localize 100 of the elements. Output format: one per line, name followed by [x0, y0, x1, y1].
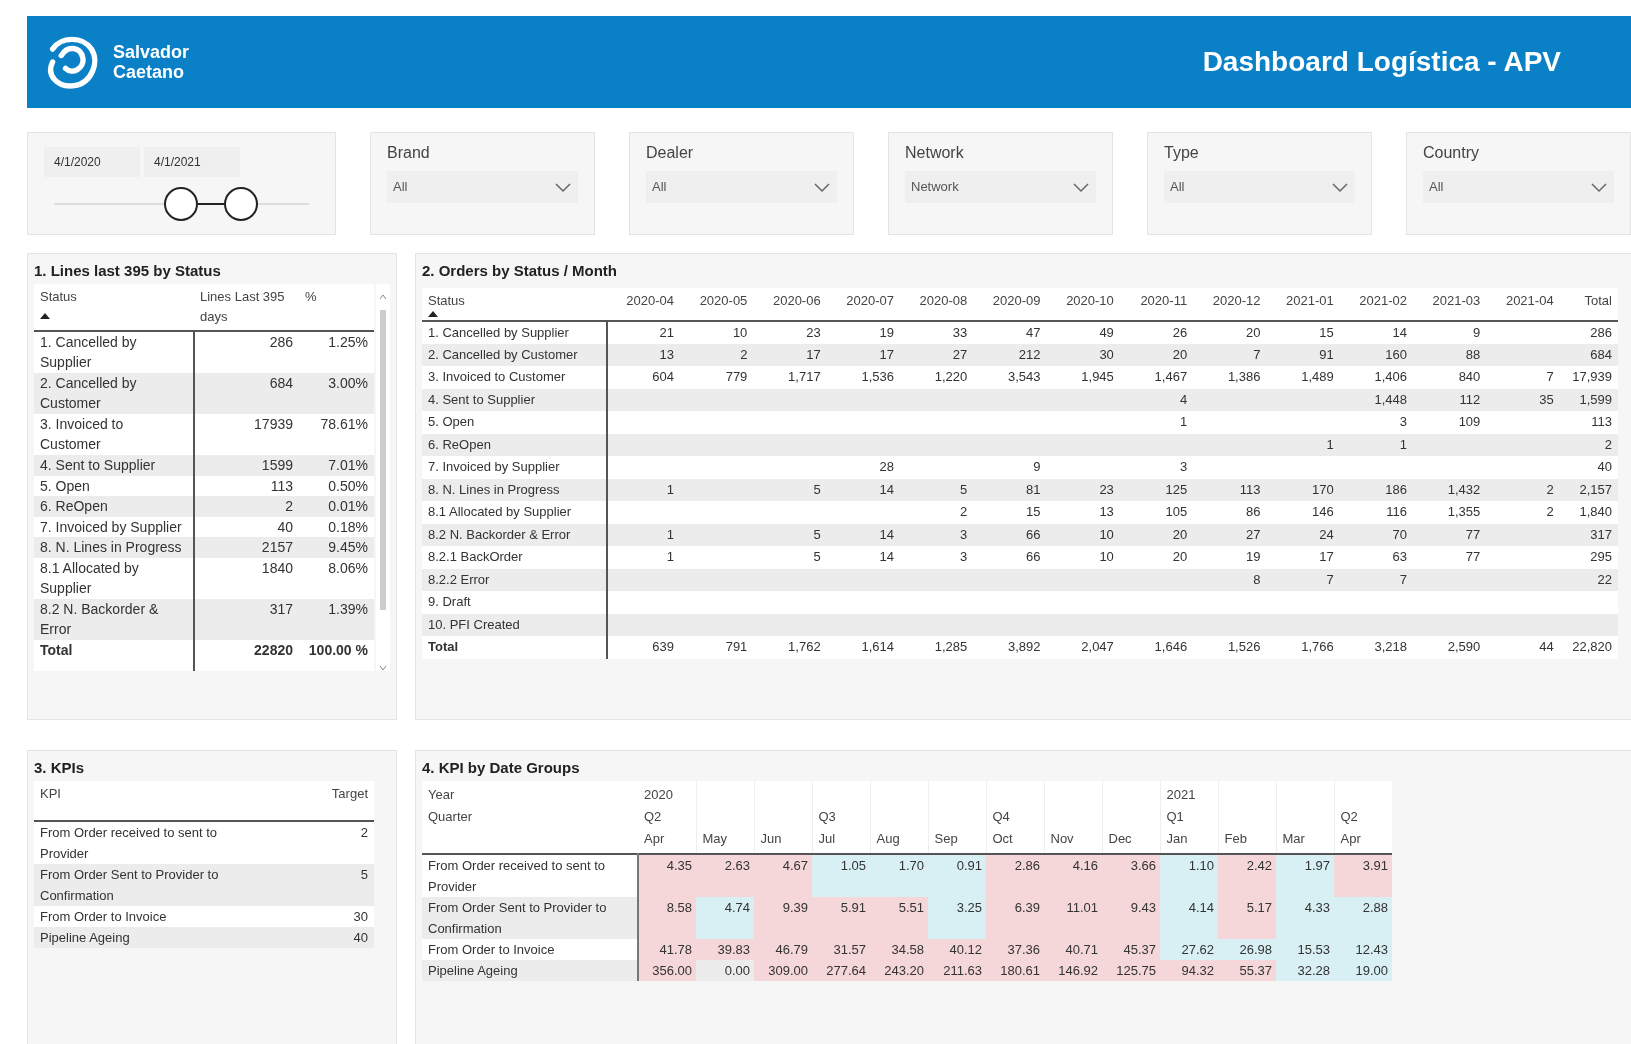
table-cell: 3,892 [973, 636, 1047, 659]
column-header[interactable]: 2020-11 [1119, 288, 1194, 321]
table-cell: 9 [1413, 320, 1487, 344]
kpi-cell: 4.67 [754, 854, 812, 897]
column-header[interactable]: 2020-07 [826, 288, 900, 321]
column-header[interactable]: 2021-04 [1486, 288, 1560, 321]
table-cell: 14 [826, 523, 900, 546]
column-header[interactable]: Target [304, 781, 374, 821]
kpi-cell: 41.78 [638, 939, 696, 960]
month-header[interactable]: Oct [992, 828, 1038, 850]
kpi-cell: 31.57 [812, 939, 870, 960]
table-cell: 2 [1559, 433, 1618, 456]
table-cell: 0.50% [299, 475, 374, 497]
scrollbar[interactable] [376, 284, 390, 671]
table-cell: 30 [1046, 343, 1120, 366]
month-header[interactable]: Dec [1108, 828, 1154, 850]
sort-arrow-icon [40, 312, 50, 319]
column-header[interactable]: Lines Last 395 days [194, 284, 299, 332]
slider-handle[interactable] [164, 187, 198, 221]
quarter-header[interactable]: Q2 [644, 806, 690, 828]
chevron-icon [554, 181, 572, 193]
month-header[interactable]: Nov [1050, 828, 1096, 850]
kpi-cell: 3.66 [1102, 854, 1160, 897]
kpi-cell: 45.37 [1102, 939, 1160, 960]
table-cell: 7 [1486, 366, 1560, 389]
table-cell: 684 [194, 373, 299, 415]
table-cell: 109 [1413, 411, 1487, 434]
filter-dropdown[interactable]: All [1423, 171, 1614, 203]
table-cell: 15 [1266, 320, 1340, 344]
kpi-cell: 125.75 [1102, 960, 1160, 981]
slider-handle[interactable] [224, 187, 258, 221]
quarter-header[interactable]: Q1 [1166, 806, 1212, 828]
month-header[interactable]: Apr [644, 828, 690, 850]
date-field[interactable]: 4/1/2020 [44, 147, 140, 177]
quarter-header[interactable]: Q4 [992, 806, 1038, 828]
table-cell: 113 [1559, 411, 1618, 434]
month-header[interactable]: Apr [1340, 828, 1386, 850]
table-cell: 1,386 [1193, 366, 1267, 389]
quarter-header[interactable]: Q2 [1340, 806, 1386, 828]
kpi-cell: 4.14 [1160, 897, 1218, 939]
month-header[interactable]: May [702, 828, 748, 850]
filter-dropdown[interactable]: All [646, 171, 837, 203]
table-cell: From Order Sent to Provider to Confirmation [34, 864, 304, 906]
column-header[interactable]: 2021-02 [1339, 288, 1414, 321]
table-cell: 3,543 [973, 366, 1047, 389]
filter-dropdown[interactable]: Network [905, 171, 1096, 203]
table-cell: 1.39% [299, 599, 374, 641]
logo-text: Salvador [113, 42, 190, 62]
table-cell: 0.01% [299, 496, 374, 517]
kpi-cell: 5.17 [1218, 897, 1276, 939]
year-header[interactable]: 2021 [1166, 784, 1212, 806]
month-header[interactable]: Sep [934, 828, 980, 850]
kpi-cell: 5.51 [870, 897, 928, 939]
table-cell: 7 [1339, 568, 1414, 591]
kpi-cell: 211.63 [928, 960, 986, 981]
column-header[interactable]: 2020-08 [899, 288, 974, 321]
table-cell: 26 [1119, 320, 1194, 344]
month-header[interactable]: Jul [818, 828, 864, 850]
column-header[interactable]: 2020-05 [680, 288, 754, 321]
filter-dropdown[interactable]: All [1164, 171, 1355, 203]
column-header[interactable]: 2021-01 [1266, 288, 1340, 321]
column-header[interactable]: 2020-04 [606, 288, 681, 321]
chevron-icon [1331, 181, 1349, 193]
month-header[interactable]: Jan [1166, 828, 1212, 850]
quarter-header[interactable]: Q3 [818, 806, 864, 828]
table-cell: 160 [1339, 343, 1414, 366]
column-header[interactable]: KPI [34, 781, 304, 821]
column-header[interactable]: 2020-09 [973, 288, 1047, 321]
filter-dropdown[interactable]: All [387, 171, 578, 203]
column-header[interactable]: 2020-06 [753, 288, 827, 321]
column-header[interactable]: 2020-10 [1046, 288, 1120, 321]
month-header[interactable]: Jun [760, 828, 806, 850]
table-cell: 1.25% [299, 331, 374, 374]
kpi-cell: 12.43 [1334, 939, 1392, 960]
kpi-cell: 1.10 [1160, 854, 1218, 897]
column-header[interactable]: Status [34, 284, 194, 332]
month-header[interactable]: Mar [1282, 828, 1328, 850]
table-cell: 1 [1266, 433, 1340, 456]
kpi-cell: 2.88 [1334, 897, 1392, 939]
column-header[interactable]: 2020-12 [1193, 288, 1267, 321]
table-cell: 15 [973, 501, 1047, 524]
table-cell: 22 [1559, 568, 1618, 591]
table-cell: 1,717 [753, 366, 827, 389]
date-field[interactable]: 4/1/2021 [144, 147, 240, 177]
kpi-cell: 0.00 [696, 960, 754, 981]
year-header[interactable]: 2020 [644, 784, 690, 806]
column-header[interactable]: Status [422, 288, 607, 321]
scroll-thumb[interactable] [380, 310, 386, 610]
month-header[interactable]: Feb [1224, 828, 1270, 850]
column-header[interactable]: 2021-03 [1413, 288, 1487, 321]
table-cell: 77 [1413, 523, 1487, 546]
month-header[interactable]: Aug [876, 828, 922, 850]
kpi-cell: 40.71 [1044, 939, 1102, 960]
chevron-icon [813, 181, 831, 193]
table-cell: 81 [973, 478, 1047, 501]
table-cell: 19 [1193, 546, 1267, 569]
column-header[interactable]: Total [1559, 288, 1618, 321]
panel-title: 4. KPI by Date Groups [422, 758, 581, 778]
kpi-cell: 39.83 [696, 939, 754, 960]
column-header[interactable]: % [299, 284, 374, 332]
